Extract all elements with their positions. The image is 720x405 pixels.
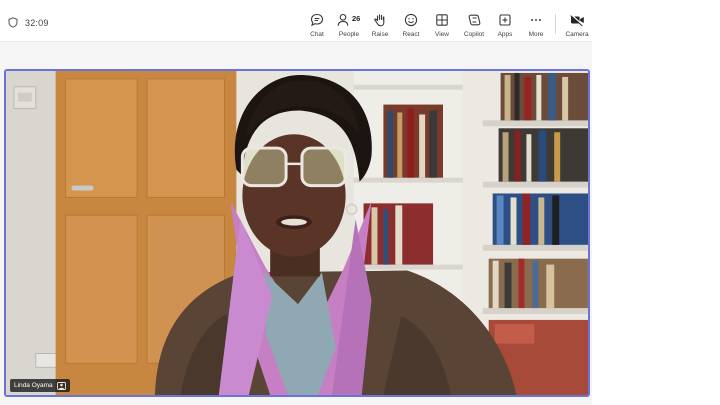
participant-name: Linda Oyama (14, 382, 53, 389)
camera-button[interactable]: Camera (560, 12, 594, 38)
react-button[interactable]: React (394, 12, 428, 38)
meeting-window: 32:09 Chat 26 People Raise React View Co… (0, 0, 592, 405)
active-speaker-tile[interactable]: Linda Oyama (4, 69, 590, 397)
apps-label: Apps (497, 31, 513, 38)
copilot-button[interactable]: Copilot (457, 12, 491, 38)
raise-hand-icon (363, 12, 397, 28)
apps-button[interactable]: Apps (488, 12, 522, 38)
react-label: React (402, 31, 420, 38)
meeting-toolbar: 32:09 Chat 26 People Raise React View Co… (0, 0, 592, 42)
raise-hand-button[interactable]: Raise (363, 12, 397, 38)
camera-label: Camera (565, 31, 589, 38)
chat-icon (300, 12, 334, 28)
apps-icon (488, 12, 522, 28)
chat-label: Chat (310, 31, 324, 38)
raise-label: Raise (371, 31, 389, 38)
shield-icon (8, 17, 18, 28)
participant-name-tag: Linda Oyama (10, 379, 70, 392)
participant-status-icon (56, 381, 66, 390)
view-button[interactable]: View (425, 12, 459, 38)
chat-button[interactable]: Chat (300, 12, 334, 38)
toolbar-divider (555, 14, 556, 34)
react-icon (394, 12, 428, 28)
copilot-label: Copilot (463, 31, 485, 38)
meeting-timer: 32:09 (25, 17, 49, 28)
people-icon: 26 (332, 12, 366, 28)
view-icon (425, 12, 459, 28)
more-label: More (528, 31, 544, 38)
camera-icon (560, 12, 594, 28)
participant-video (6, 71, 588, 395)
copilot-icon (457, 12, 491, 28)
view-label: View (435, 31, 449, 38)
more-icon (519, 12, 553, 28)
people-count: 26 (352, 14, 361, 23)
people-button[interactable]: 26 People (332, 12, 366, 38)
more-button[interactable]: More (519, 12, 553, 38)
people-label: People (338, 31, 360, 38)
meeting-status: 32:09 (8, 17, 49, 28)
